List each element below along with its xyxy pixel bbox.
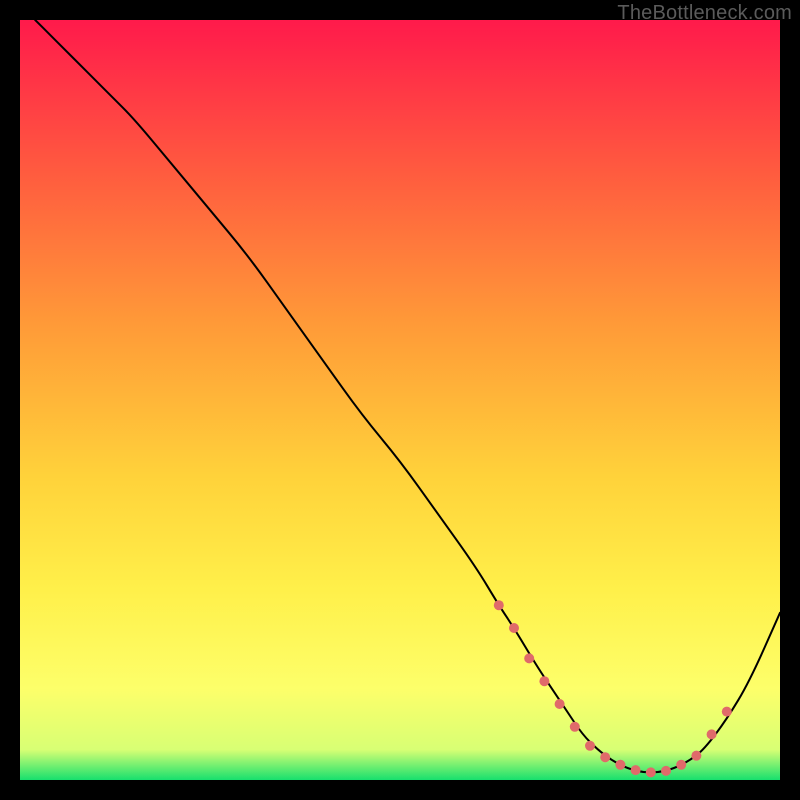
- watermark-text: TheBottleneck.com: [617, 2, 792, 25]
- chart-frame: TheBottleneck.com: [0, 0, 800, 800]
- background-gradient: [20, 20, 780, 780]
- plot-area: [20, 20, 780, 780]
